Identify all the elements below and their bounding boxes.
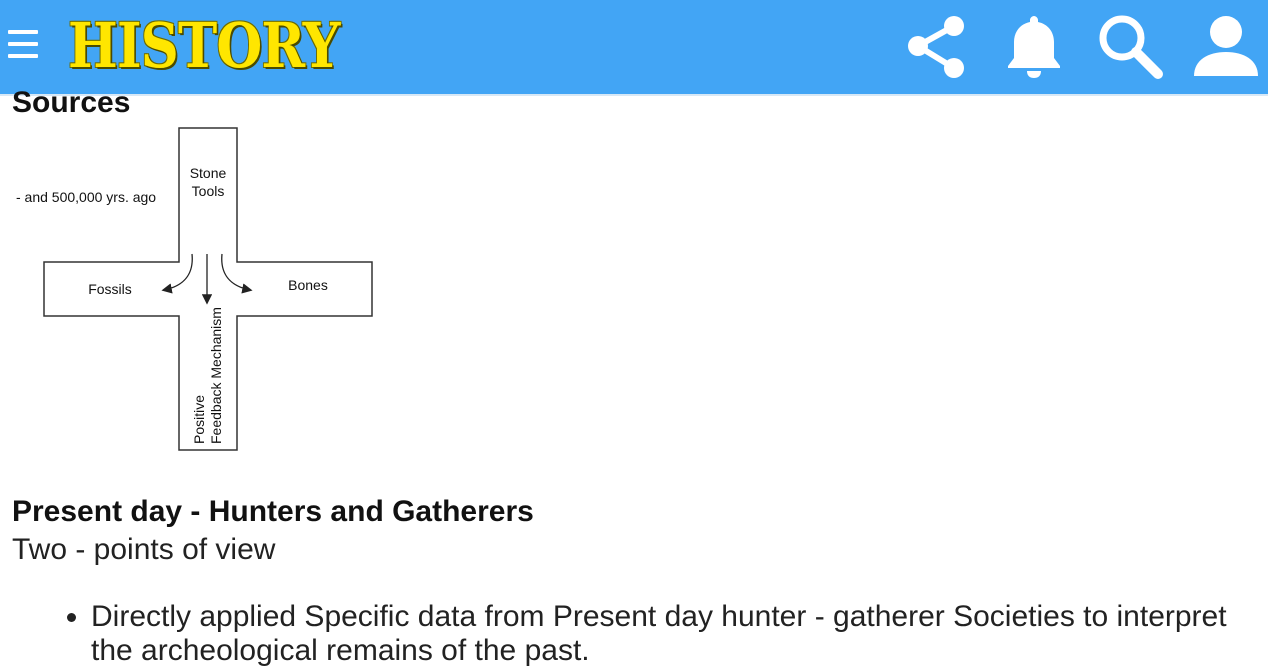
menu-icon[interactable] (8, 30, 38, 60)
diagram-time-note: - and 500,000 yrs. ago (16, 189, 156, 205)
diagram-left-label: Fossils (88, 281, 132, 297)
diagram-bottom-label-line1: Positive (191, 395, 207, 444)
bell-icon[interactable] (998, 10, 1070, 82)
share-icon[interactable] (902, 10, 974, 82)
diagram-top-label-line1: Stone (190, 165, 227, 181)
section-subheading: Two - points of view (12, 533, 276, 566)
list-item: Directly applied Specific data from Pres… (91, 600, 1268, 668)
search-icon[interactable] (1094, 10, 1166, 82)
diagram-bottom-label-line2: Feedback Mechanism (208, 307, 224, 444)
app-logo[interactable]: HISTORY (68, 8, 340, 84)
diagram-top-label-line2: Tools (192, 183, 225, 199)
sources-heading: Sources (12, 86, 131, 119)
diagram-right-label: Bones (288, 277, 328, 293)
bullet-list: Directly applied Specific data from Pres… (60, 600, 1268, 668)
top-app-bar: HISTORY (0, 0, 1268, 96)
user-icon[interactable] (1190, 10, 1262, 82)
sources-diagram: - and 500,000 yrs. ago Stone Tools Fossi… (16, 127, 373, 451)
section-heading: Present day - Hunters and Gatherers (12, 495, 534, 528)
